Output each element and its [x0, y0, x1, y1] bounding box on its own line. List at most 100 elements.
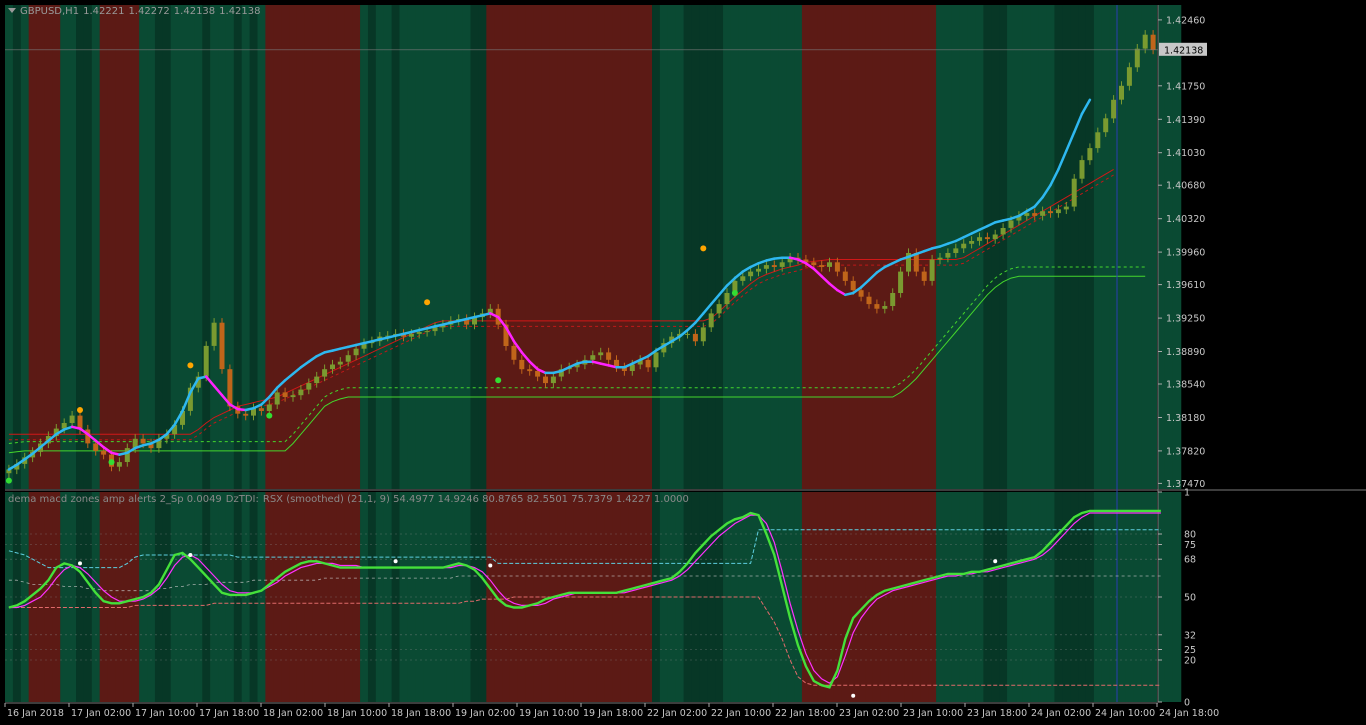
- candle-body-64: [511, 345, 517, 360]
- price-tick-label-9: 1.38890: [1166, 347, 1205, 358]
- collapse-triangle-icon[interactable]: [8, 8, 16, 13]
- zone-band-53: [423, 5, 432, 489]
- candle-body-37: [298, 389, 304, 396]
- candle-body-17: [140, 438, 146, 444]
- candle-body-125: [992, 234, 998, 240]
- zone-band-57: [454, 5, 464, 489]
- zone-band-27: [218, 5, 227, 489]
- zone-band-3: [28, 5, 38, 489]
- zone-band-105: [833, 5, 842, 489]
- sub-marker-dot-5: [993, 559, 998, 564]
- time-tick-label-11: 22 Jan 10:00: [711, 708, 771, 719]
- candle-body-96: [763, 265, 769, 269]
- zone-band-61: [486, 5, 495, 489]
- zone-band-1: [12, 5, 22, 489]
- zone-band-59: [470, 5, 480, 489]
- zone-band-58: [462, 5, 472, 489]
- time-tick-label-16: 24 Jan 02:00: [1031, 708, 1091, 719]
- candle-body-102: [811, 262, 817, 266]
- zone-band-14: [115, 5, 124, 489]
- zone-band-89: [707, 5, 716, 489]
- sell-signal-dot-0: [77, 407, 83, 413]
- candle-body-8: [69, 415, 75, 423]
- time-tick-label-17: 24 Jan 10:00: [1095, 708, 1155, 719]
- candle-body-68: [543, 376, 548, 384]
- candle-body-134: [1063, 206, 1069, 210]
- zone-band-86: [683, 5, 693, 489]
- time-tick-label-2: 17 Jan 10:00: [135, 708, 195, 719]
- zone-band-98: [778, 5, 787, 489]
- zone-band-74: [588, 5, 598, 489]
- zone-band-78: [620, 5, 629, 489]
- zone-band-49: [391, 5, 401, 489]
- candle-body-52: [416, 332, 422, 334]
- candle-body-109: [866, 296, 872, 305]
- zone-band-126: [999, 5, 1008, 489]
- zone-band-47: [375, 5, 385, 489]
- zone-band-135: [1070, 5, 1079, 489]
- zone-band-102: [809, 5, 819, 489]
- candle-body-66: [527, 369, 533, 372]
- candle-body-42: [337, 361, 343, 365]
- zone-band-2: [20, 5, 30, 489]
- zone-band-4: [36, 5, 46, 489]
- sub-tick-label-0: 1: [1184, 488, 1190, 499]
- candle-body-33: [266, 404, 272, 411]
- candle-body-86: [685, 333, 690, 335]
- price-chart[interactable]: 1.42460 1.41750 1.41390 1.41030 1.40680 1.403…: [0, 0, 1366, 725]
- zone-band-21: [170, 5, 180, 489]
- zone-band-111: [880, 5, 890, 489]
- buy-signal-dot-4: [731, 290, 738, 296]
- zone-band-82: [652, 5, 661, 489]
- buy-signal-dot-2: [266, 412, 273, 419]
- zone-band-139: [1101, 5, 1111, 489]
- current-price-tag-label: 1.42138: [1164, 45, 1203, 56]
- zone-band-119: [943, 5, 953, 489]
- sub-zone-band-147: [1164, 492, 1174, 702]
- candle-body-14: [116, 462, 122, 467]
- zone-band-65: [517, 5, 527, 489]
- price-tick-label-6: 1.39960: [1166, 248, 1205, 259]
- price-tick-label-8: 1.39250: [1166, 314, 1205, 325]
- zone-band-95: [754, 5, 764, 489]
- zone-band-15: [123, 5, 132, 489]
- zone-band-104: [825, 5, 835, 489]
- subwindow-header: dema macd zones amp alerts 2_Sp 0.0049 Dz…: [8, 494, 689, 505]
- zone-band-134: [1062, 5, 1071, 489]
- candle-body-34: [274, 392, 280, 405]
- candle-body-145: [1150, 34, 1156, 50]
- zone-band-101: [801, 5, 811, 489]
- zone-band-99: [786, 5, 795, 489]
- zone-band-124: [983, 5, 992, 489]
- zone-band-110: [872, 5, 882, 489]
- zone-band-96: [762, 5, 771, 489]
- candle-body-89: [708, 313, 714, 328]
- buy-signal-dot-3: [495, 377, 502, 384]
- zone-band-143: [1133, 5, 1142, 489]
- zone-band-64: [509, 5, 519, 489]
- zone-band-76: [604, 5, 614, 489]
- price-tick-label-0: 1.42460: [1166, 15, 1205, 26]
- price-tick-label-2: 1.41390: [1166, 115, 1205, 126]
- zone-band-43: [344, 5, 353, 489]
- sub-tick-label-1: 80: [1184, 530, 1196, 541]
- zone-band-41: [328, 5, 337, 489]
- candle-body-110: [874, 304, 880, 309]
- subwindow-title: dema macd zones amp alerts 2_Sp 0.0049: [8, 494, 222, 505]
- zone-band-37: [296, 5, 306, 489]
- sub-tick-label-2: 75: [1184, 540, 1196, 551]
- zone-band-7: [60, 5, 69, 489]
- price-tick-label-5: 1.40320: [1166, 214, 1205, 225]
- candle-body-139: [1103, 118, 1109, 133]
- high-price: 1.42272: [128, 6, 170, 17]
- zone-band-50: [399, 5, 409, 489]
- candle-body-90: [716, 304, 722, 314]
- time-tick-label-7: 19 Jan 02:00: [455, 708, 515, 719]
- price-tick-label-7: 1.39610: [1166, 280, 1205, 291]
- zone-band-34: [273, 5, 282, 489]
- candle-body-142: [1126, 67, 1132, 86]
- sell-signal-dot-1: [187, 362, 194, 369]
- candle-body-103: [819, 265, 825, 267]
- zone-band-42: [336, 5, 345, 489]
- zone-band-109: [865, 5, 874, 489]
